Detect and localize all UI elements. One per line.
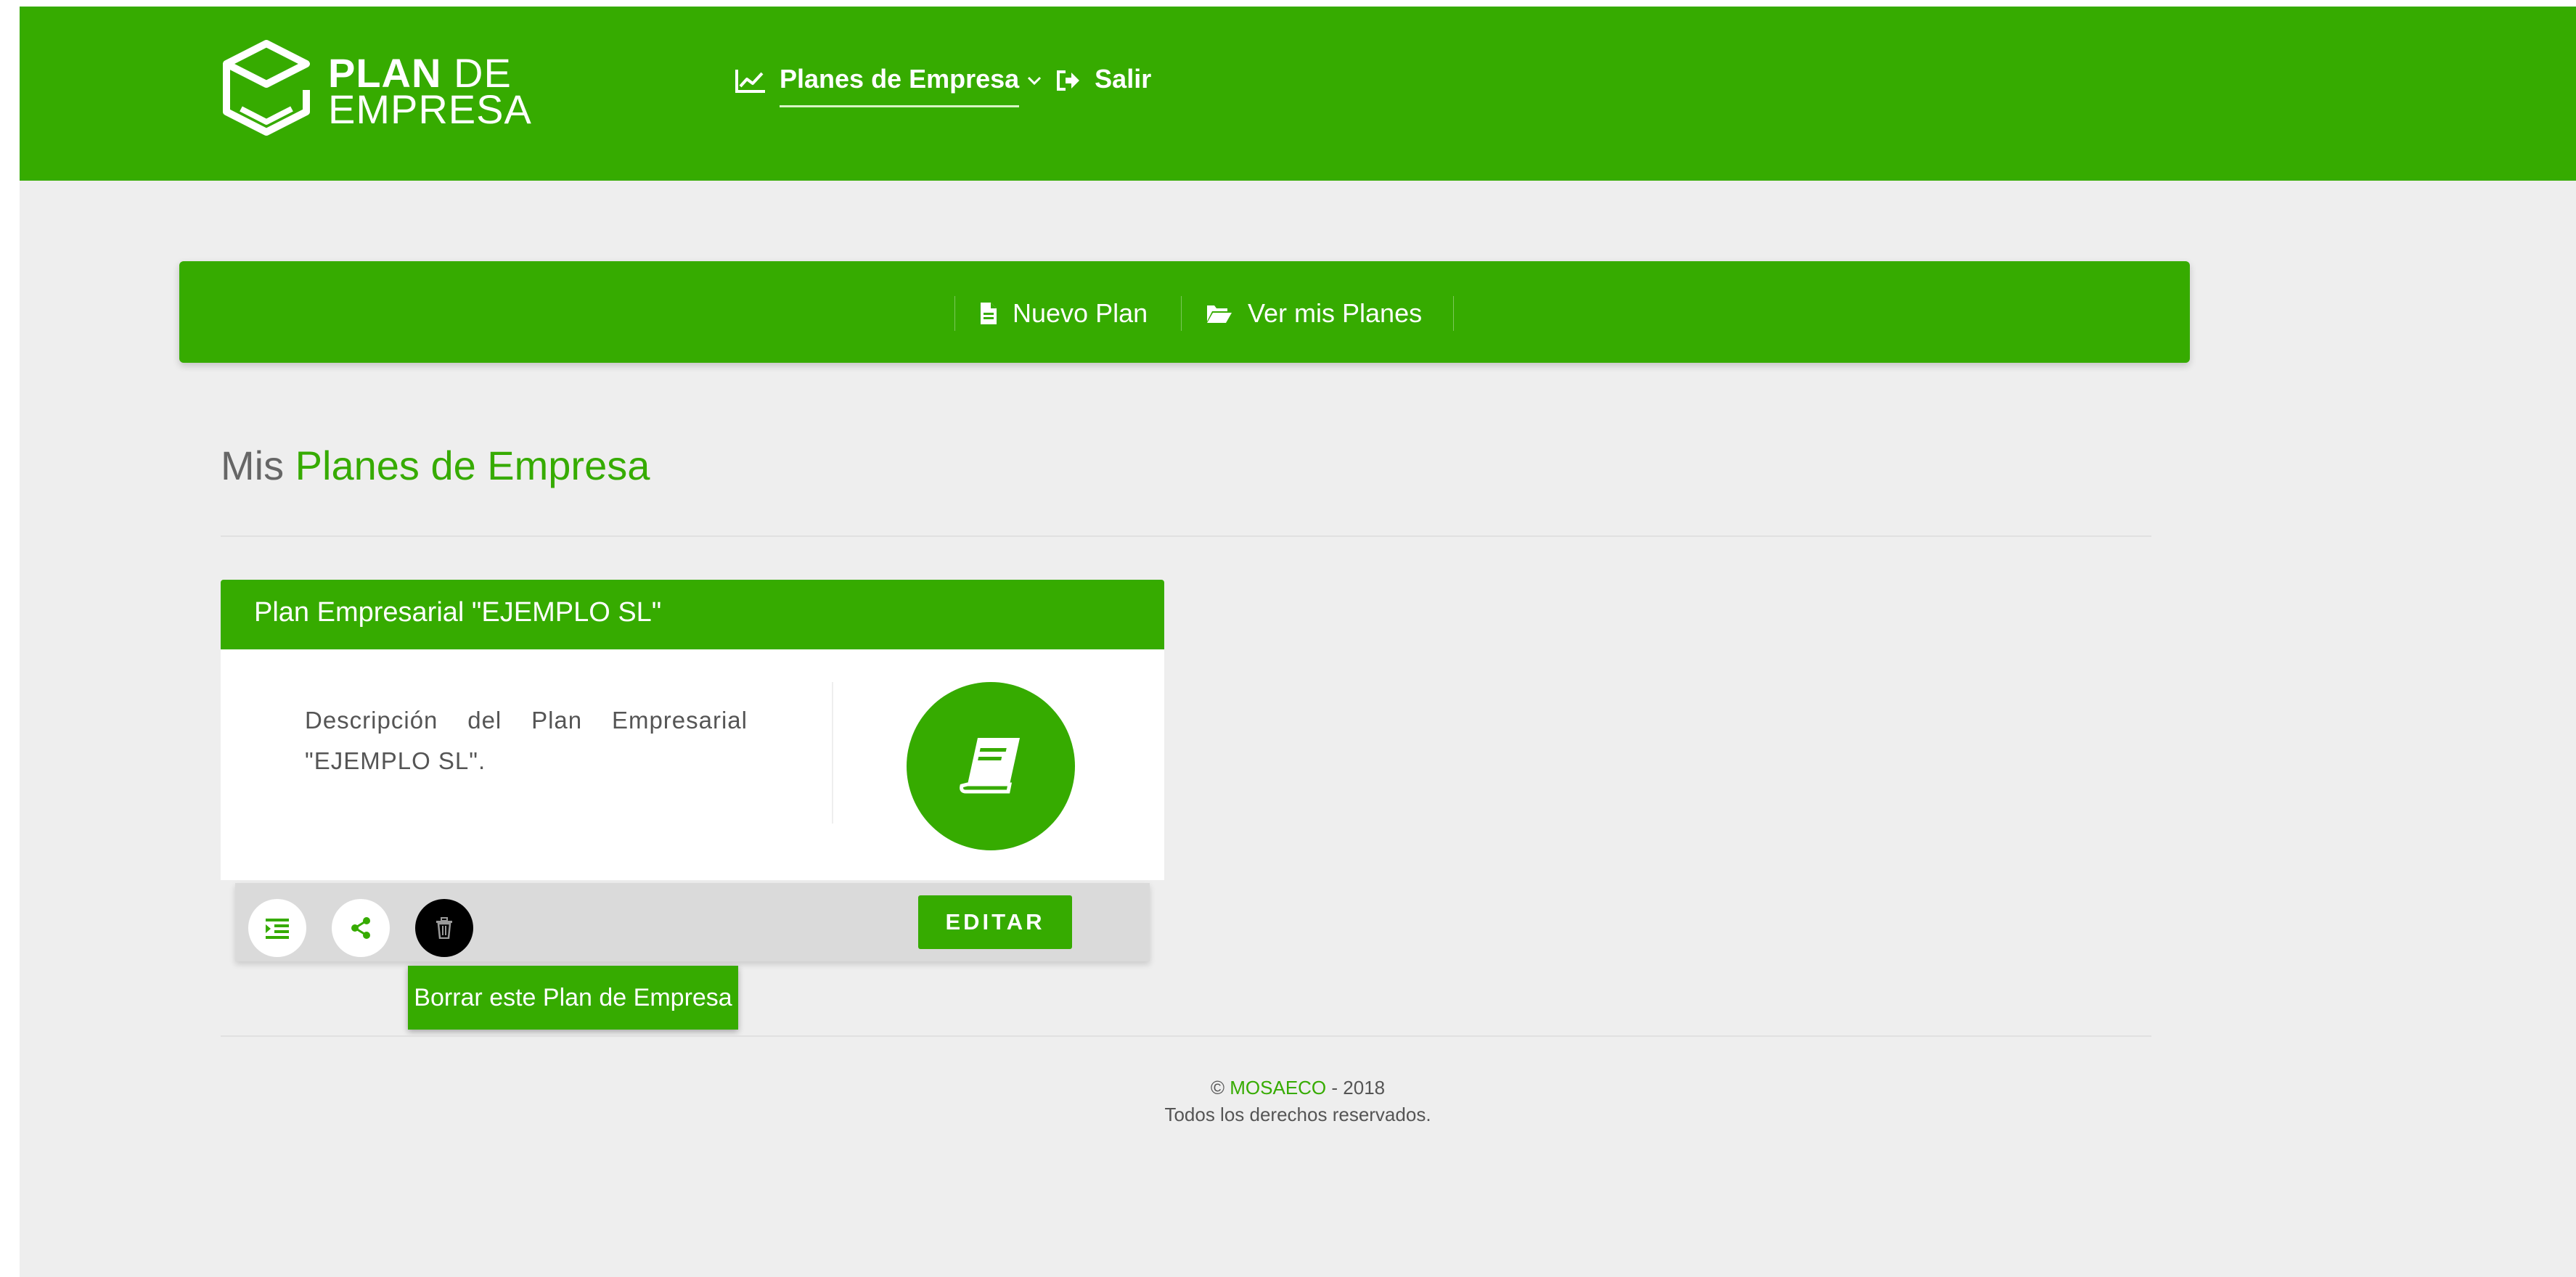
sign-out-icon: [1057, 70, 1080, 91]
page-title-prefix: Mis: [221, 443, 285, 488]
book-icon: [960, 738, 1020, 794]
plan-card-title: Plan Empresarial "EJEMPLO SL": [254, 597, 662, 628]
logo-text: PLAN DE EMPRESA: [328, 53, 532, 132]
plan-card-actions: EDITAR: [235, 883, 1150, 961]
logo-cube-icon: [223, 40, 310, 136]
page-title: Mis Planes de Empresa: [221, 442, 650, 489]
logo-word-empresa: EMPRESA: [328, 86, 532, 132]
plan-card-description: Descripción del Plan Empresarial "EJEMPL…: [305, 707, 748, 774]
nuevo-plan-label: Nuevo Plan: [1013, 298, 1148, 328]
footer-brand-link[interactable]: MOSAECO: [1230, 1077, 1326, 1099]
page-title-highlight: Planes de Empresa: [295, 443, 650, 488]
footer-copyright: © MOSAECO - 2018: [20, 1077, 2576, 1099]
subnav-divider: [1453, 296, 1454, 331]
ver-mis-planes-label: Ver mis Planes: [1248, 298, 1423, 328]
folder-open-icon: [1207, 305, 1232, 323]
line-chart-icon: [735, 70, 765, 93]
footer-year: - 2018: [1331, 1077, 1386, 1099]
footer-rights: Todos los derechos reservados.: [1164, 1104, 1431, 1125]
nav-salir[interactable]: Salir: [1055, 64, 1151, 97]
subnav-divider: [1181, 296, 1182, 331]
edit-button[interactable]: EDITAR: [918, 895, 1072, 949]
chevron-down-icon: [1028, 76, 1042, 86]
delete-tooltip: Borrar este Plan de Empresa: [408, 966, 738, 1030]
nuevo-plan-button[interactable]: Nuevo Plan: [979, 290, 1148, 337]
plan-card-header: Plan Empresarial "EJEMPLO SL": [221, 580, 1164, 649]
file-icon: [981, 303, 997, 324]
plan-card-avatar: [907, 682, 1075, 850]
share-button[interactable]: [332, 899, 390, 957]
plans-subnav: Nuevo Plan Ver mis Planes: [179, 261, 2190, 363]
logo[interactable]: PLAN DE EMPRESA: [219, 39, 553, 148]
main-nav: Planes de Empresa Salir: [735, 52, 1151, 110]
app-frame: PLAN DE EMPRESA Planes de Empresa Salir …: [20, 7, 2576, 1277]
divider-bottom: [221, 1035, 2151, 1037]
subnav-divider: [954, 296, 955, 331]
share-icon: [351, 917, 370, 939]
indent-button[interactable]: [248, 899, 306, 957]
divider-top: [221, 535, 2151, 537]
nav-salir-label: Salir: [1095, 64, 1152, 94]
card-divider: [832, 682, 833, 824]
indent-icon: [266, 919, 289, 939]
ver-mis-planes-button[interactable]: Ver mis Planes: [1206, 290, 1422, 337]
nav-planes-de-empresa[interactable]: Planes de Empresa: [735, 64, 1055, 107]
nav-planes-label: Planes de Empresa: [780, 64, 1020, 107]
top-header: PLAN DE EMPRESA Planes de Empresa Salir: [20, 7, 2576, 181]
plan-card-body: Descripción del Plan Empresarial "EJEMPL…: [221, 649, 1164, 880]
delete-button[interactable]: [415, 899, 473, 957]
trash-icon: [436, 917, 452, 939]
copyright-symbol: ©: [1210, 1077, 1225, 1099]
